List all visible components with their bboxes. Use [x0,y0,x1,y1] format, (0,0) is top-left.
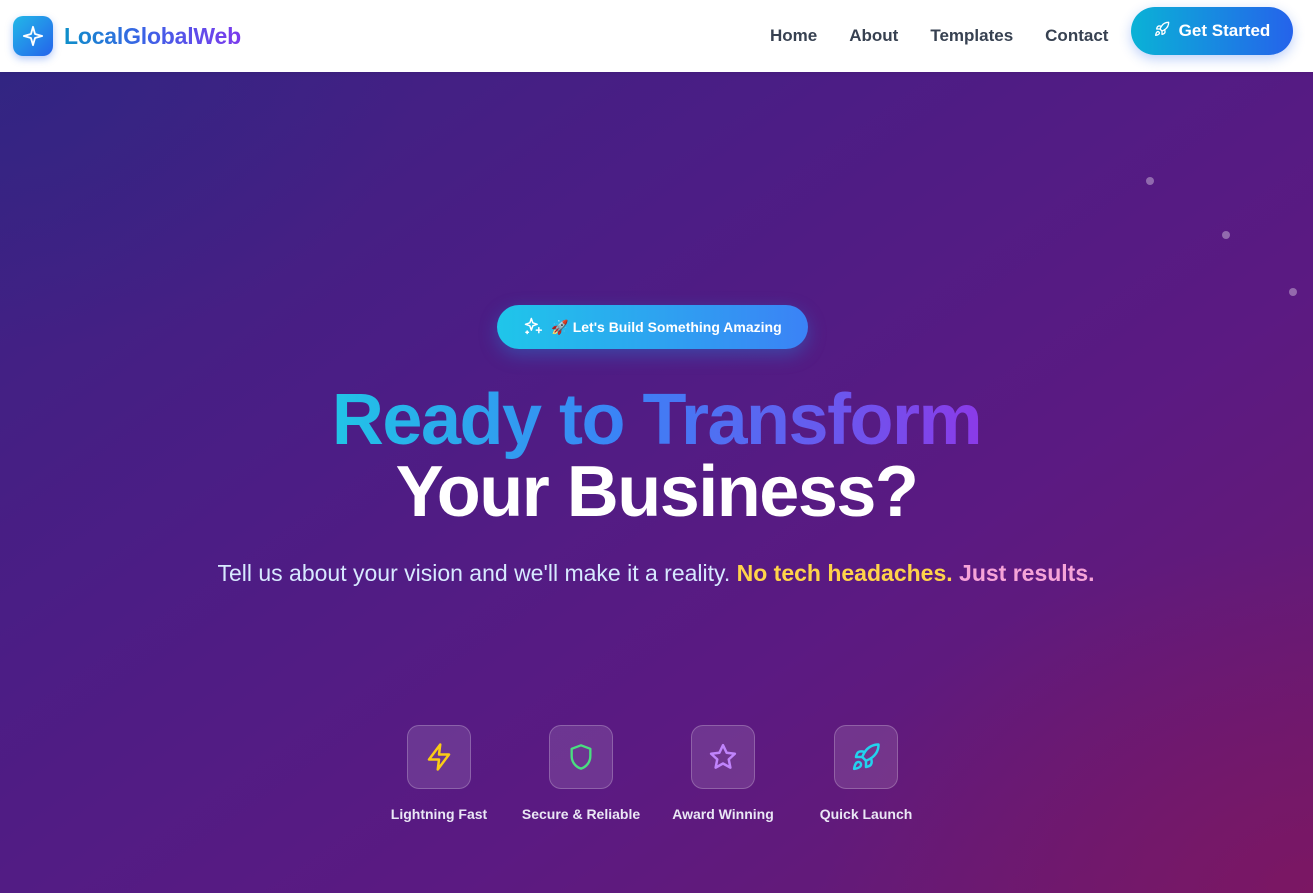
badge-text: 🚀 Let's Build Something Amazing [551,318,782,335]
nav-about-link[interactable]: About [849,26,898,46]
lightning-icon [407,725,471,789]
headline-line-1: Ready to Transform [0,384,1313,456]
feature-award-winning: Award Winning [643,725,803,822]
brand[interactable]: LocalGlobalWeb [13,16,241,56]
decorative-dot [1146,177,1154,185]
nav-home-link[interactable]: Home [770,26,817,46]
get-started-label: Get Started [1178,21,1271,40]
subtitle-text: Tell us about your vision and we'll make… [217,560,737,586]
hero-section: 🚀 Let's Build Something Amazing Ready to… [0,72,1313,893]
feature-quick-launch: Quick Launch [786,725,946,822]
top-navbar: LocalGlobalWeb Home About Templates Cont… [0,0,1313,72]
hero-subtitle: Tell us about your vision and we'll make… [206,557,1106,589]
hero-badge: 🚀 Let's Build Something Amazing [497,305,808,349]
subtitle-highlight-yellow: No tech headaches. [736,560,953,586]
feature-label: Lightning Fast [390,806,488,822]
rocket-icon [834,725,898,789]
brand-name: LocalGlobalWeb [64,22,241,49]
main-nav: Home About Templates Contact [770,0,1140,72]
nav-templates-link[interactable]: Templates [930,26,1013,46]
sparkle-logo-icon [13,16,53,56]
feature-secure-reliable: Secure & Reliable [501,725,661,822]
feature-label: Quick Launch [819,806,913,822]
decorative-dot [1222,231,1230,239]
sparkles-icon [523,316,543,339]
headline-line-2: Your Business? [395,452,919,532]
feature-lightning-fast: Lightning Fast [359,725,519,822]
rocket-icon [1154,21,1170,42]
get-started-button[interactable]: Get Started [1131,7,1293,55]
feature-label: Award Winning [672,806,774,822]
subtitle-highlight-pink: Just results. [952,560,1095,586]
feature-label: Secure & Reliable [521,806,641,822]
decorative-dot [1289,288,1297,296]
shield-icon [549,725,613,789]
star-icon [691,725,755,789]
headline-gradient-text: Ready to Transform [331,380,983,460]
nav-contact-link[interactable]: Contact [1045,26,1108,46]
